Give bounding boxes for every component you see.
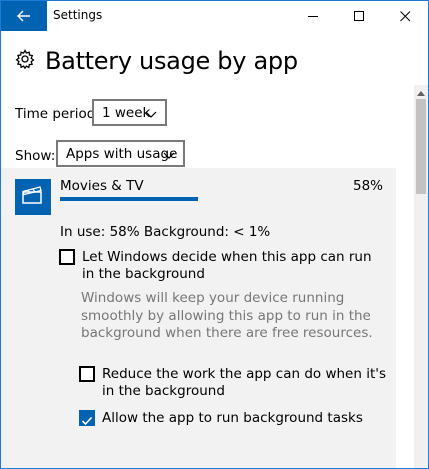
maximize-icon <box>353 7 365 26</box>
let-windows-decide-label[interactable]: Let Windows decide when this app can run… <box>82 249 382 283</box>
page-heading: Battery usage by app <box>15 47 298 75</box>
window-title: Settings <box>53 8 103 22</box>
gear-icon <box>15 49 35 73</box>
checkmark-icon <box>81 412 93 431</box>
back-button[interactable] <box>1 1 47 31</box>
reduce-work-label[interactable]: Reduce the work the app can do when it's… <box>102 366 387 400</box>
minimize-icon <box>307 7 319 26</box>
allow-background-label[interactable]: Allow the app to run background tasks <box>102 410 363 427</box>
time-period-dropdown[interactable]: 1 week <box>92 99 167 126</box>
app-name: Movies & TV <box>60 178 144 194</box>
scrollbar-thumb[interactable] <box>416 99 426 194</box>
time-period-label: Time period: <box>15 106 100 122</box>
movies-tv-app-tile <box>15 179 51 215</box>
settings-window: Settings Battery usage by app Time perio… <box>0 0 429 469</box>
page-title: Battery usage by app <box>45 47 298 75</box>
usage-bar <box>60 197 387 201</box>
scroll-up-arrow-icon[interactable] <box>414 87 428 99</box>
chevron-down-icon <box>145 107 157 123</box>
let-windows-decide-checkbox[interactable] <box>59 249 75 265</box>
movies-clapperboard-icon <box>22 186 44 208</box>
let-windows-decide-description: Windows will keep your device running sm… <box>81 290 373 341</box>
reduce-work-checkbox[interactable] <box>79 366 95 382</box>
allow-background-checkbox[interactable] <box>79 410 95 426</box>
show-value: Apps with usage <box>66 145 178 162</box>
minimize-button[interactable] <box>290 1 336 31</box>
close-button[interactable] <box>382 1 428 31</box>
maximize-button[interactable] <box>336 1 382 31</box>
vertical-scrollbar[interactable] <box>414 85 428 468</box>
close-icon <box>399 7 411 26</box>
show-label: Show: <box>15 148 56 164</box>
show-dropdown[interactable]: Apps with usage <box>56 140 185 167</box>
app-usage-percent: 58% <box>352 178 383 194</box>
time-period-value: 1 week <box>102 104 151 121</box>
chevron-down-icon <box>163 148 175 164</box>
usage-bar-fill <box>60 197 198 201</box>
title-bar: Settings <box>1 1 428 31</box>
back-arrow-icon <box>17 7 31 26</box>
in-use-summary: In use: 58% Background: < 1% <box>60 224 271 240</box>
